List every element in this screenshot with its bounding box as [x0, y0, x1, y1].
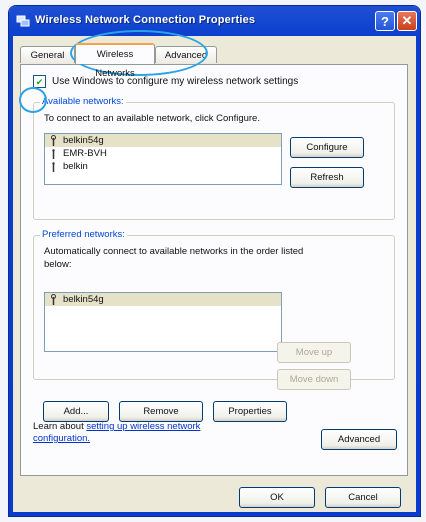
- wireless-antenna-icon: [52, 149, 55, 159]
- use-windows-checkbox[interactable]: ✔: [33, 75, 46, 88]
- wireless-networks-panel: ✔ Use Windows to configure my wireless n…: [20, 64, 408, 476]
- available-networks-group: Available networks: To connect to an ava…: [33, 96, 395, 220]
- help-button[interactable]: ?: [375, 11, 395, 31]
- checkmark-icon: ✔: [35, 76, 44, 87]
- list-item[interactable]: EMR-BVH: [45, 147, 281, 160]
- wireless-antenna-icon: [52, 162, 55, 172]
- network-connection-icon: [16, 15, 30, 27]
- list-item[interactable]: belkin54g: [45, 293, 281, 306]
- preferred-networks-description-line2: below:: [44, 259, 72, 270]
- preferred-networks-legend: Preferred networks:: [40, 229, 127, 240]
- wireless-antenna-icon: [51, 135, 56, 146]
- remove-button[interactable]: Remove: [119, 401, 203, 422]
- available-networks-description: To connect to an available network, clic…: [44, 113, 260, 124]
- refresh-button[interactable]: Refresh: [290, 167, 364, 188]
- close-button[interactable]: ✕: [397, 11, 417, 31]
- advanced-button[interactable]: Advanced: [321, 429, 397, 450]
- add-button[interactable]: Add...: [43, 401, 109, 422]
- network-name: belkin54g: [63, 294, 104, 305]
- move-up-button[interactable]: Move up: [277, 342, 351, 363]
- learn-about-prefix: Learn about: [33, 421, 87, 432]
- learn-more-link[interactable]: setting up wireless network: [86, 421, 200, 432]
- list-item[interactable]: belkin: [45, 160, 281, 173]
- move-down-button[interactable]: Move down: [277, 369, 351, 390]
- use-windows-option[interactable]: ✔ Use Windows to configure my wireless n…: [33, 75, 298, 88]
- tab-wireless-networks[interactable]: Wireless Networks: [75, 43, 155, 79]
- cancel-button[interactable]: Cancel: [325, 487, 401, 508]
- list-item[interactable]: belkin54g: [45, 134, 281, 147]
- properties-window: Wireless Network Connection Properties ?…: [9, 6, 420, 516]
- tab-general[interactable]: General: [20, 46, 75, 63]
- network-name: belkin: [63, 161, 88, 172]
- preferred-networks-list[interactable]: belkin54g: [44, 292, 282, 352]
- use-windows-label: Use Windows to configure my wireless net…: [52, 76, 299, 87]
- learn-about-text: Learn about setting up wireless network …: [33, 421, 273, 445]
- title-bar[interactable]: Wireless Network Connection Properties ?…: [9, 6, 420, 36]
- tab-strip: General Wireless Networks Advanced: [20, 43, 410, 79]
- available-networks-list[interactable]: belkin54g EMR-BVH belkin: [44, 133, 282, 185]
- configure-button[interactable]: Configure: [290, 137, 364, 158]
- network-name: belkin54g: [63, 135, 104, 146]
- tab-advanced[interactable]: Advanced: [155, 46, 217, 63]
- properties-button[interactable]: Properties: [213, 401, 287, 422]
- dialog-client-area: General Wireless Networks Advanced ✔ Use…: [13, 36, 416, 512]
- network-name: EMR-BVH: [63, 148, 107, 159]
- wireless-antenna-icon: [51, 294, 56, 305]
- learn-more-link-continued[interactable]: configuration.: [33, 433, 90, 444]
- available-networks-legend: Available networks:: [40, 96, 126, 107]
- window-title: Wireless Network Connection Properties: [35, 14, 256, 26]
- preferred-networks-description-line1: Automatically connect to available netwo…: [44, 246, 304, 257]
- ok-button[interactable]: OK: [239, 487, 315, 508]
